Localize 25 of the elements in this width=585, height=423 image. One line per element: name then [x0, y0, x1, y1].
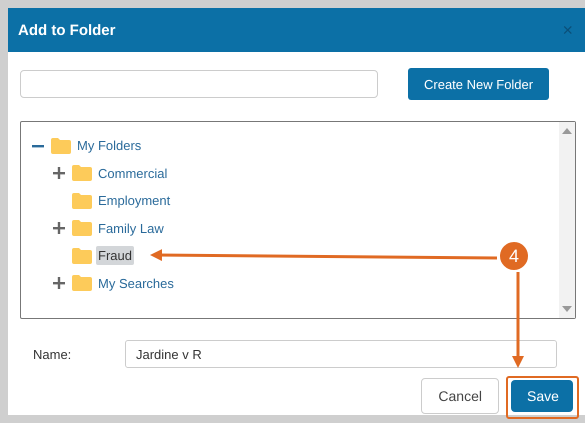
expand-icon[interactable]	[52, 166, 66, 180]
cancel-button[interactable]: Cancel	[421, 378, 499, 414]
folder-icon	[72, 220, 92, 236]
scrollbar[interactable]	[559, 122, 575, 318]
name-label: Name:	[33, 346, 72, 362]
folder-icon	[51, 138, 71, 154]
expand-icon[interactable]	[52, 276, 66, 290]
tree-item[interactable]: My Folders	[75, 136, 144, 156]
expand-icon[interactable]	[52, 221, 66, 236]
tree-item[interactable]: Family Law	[96, 218, 166, 238]
scroll-up-icon[interactable]	[562, 128, 572, 134]
tree-item[interactable]: Employment	[96, 191, 172, 210]
save-button[interactable]: Save	[511, 380, 573, 412]
tree-item[interactable]: Fraud	[96, 246, 134, 266]
dialog-title: Add to Folder	[18, 22, 116, 38]
scroll-down-icon[interactable]	[562, 306, 572, 312]
folder-icon	[72, 248, 92, 264]
input-field[interactable]	[20, 70, 378, 98]
folder-icon	[72, 165, 92, 182]
tree-item[interactable]: My Searches	[96, 274, 176, 293]
folder-icon	[72, 275, 92, 292]
folder-icon	[72, 192, 92, 209]
create-folder-button[interactable]: Create New Folder	[408, 68, 550, 100]
name-field[interactable]: Jardine v R	[125, 340, 557, 368]
tree-item[interactable]: Commercial	[96, 164, 170, 183]
